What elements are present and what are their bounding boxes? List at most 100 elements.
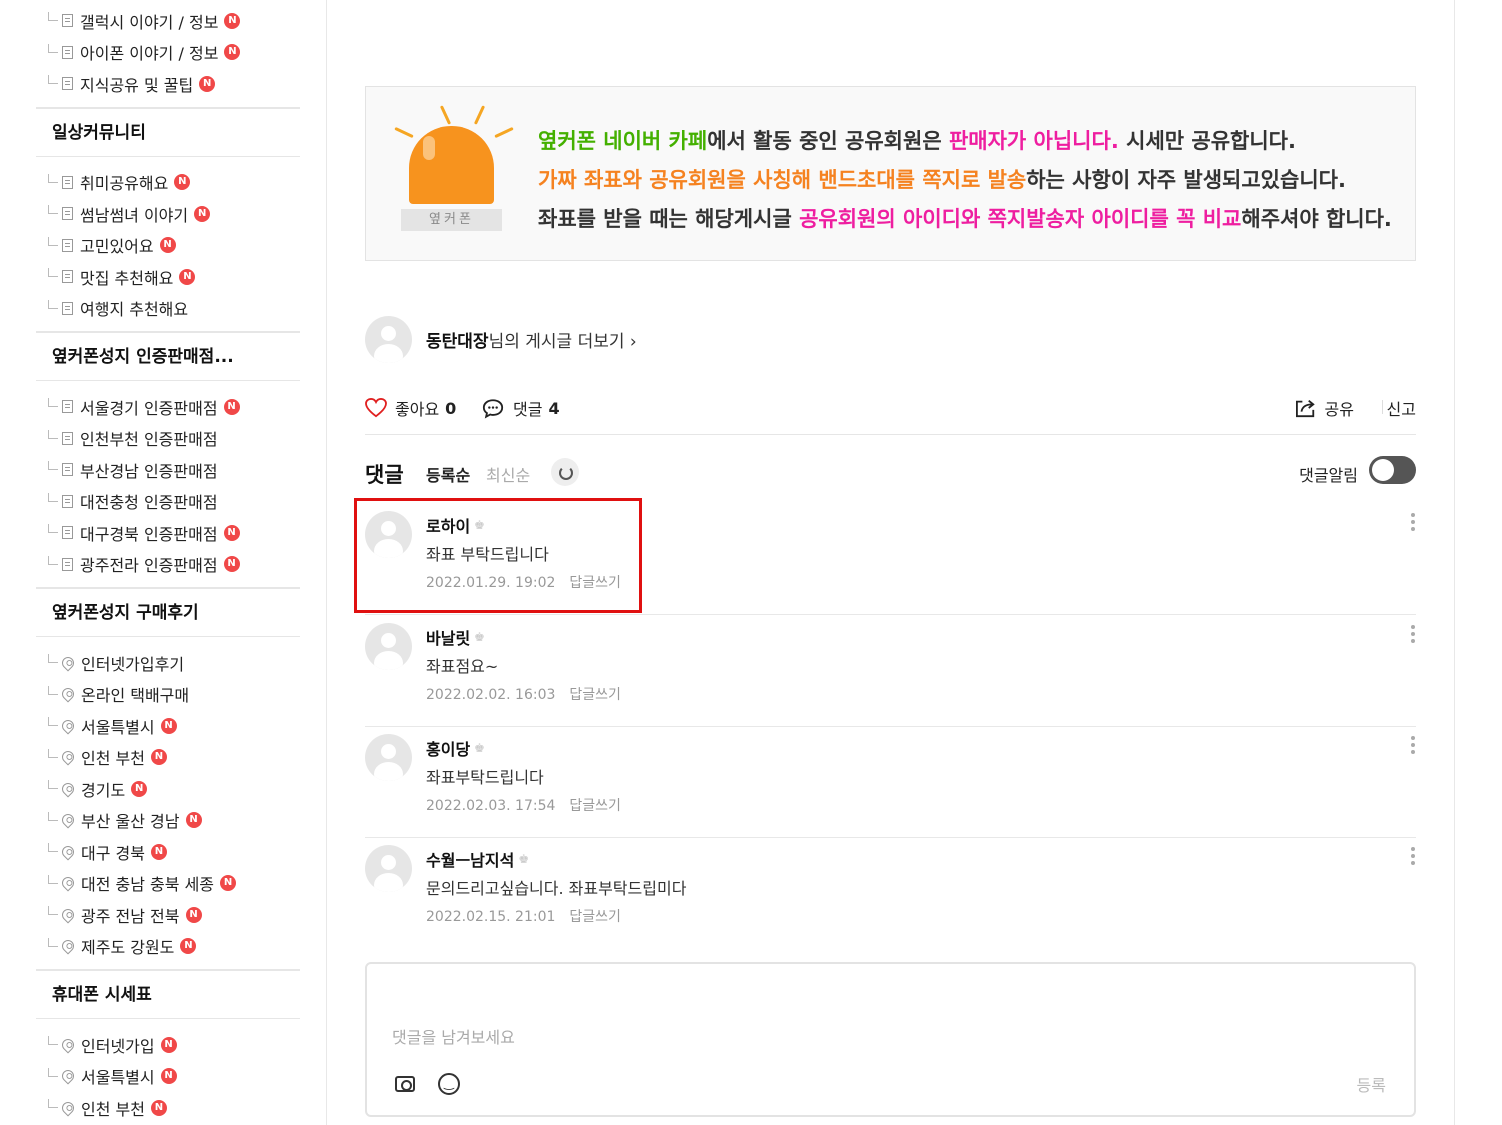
sort-registered-tab[interactable]: 등록순 bbox=[426, 462, 470, 486]
comment-alarm-label: 댓글알림 bbox=[1299, 466, 1358, 485]
like-button[interactable]: 좋아요 0 bbox=[365, 396, 456, 420]
notice-segment: 가짜 좌표와 공유회원을 사칭해 밴드초대를 쪽지로 발송 bbox=[538, 168, 1027, 192]
more-options-icon[interactable] bbox=[1410, 736, 1416, 758]
sidebar-item[interactable]: 서울특별시 N bbox=[36, 1061, 300, 1093]
author-more-posts[interactable]: 동탄대장님의 게시글 더보기 › bbox=[365, 314, 637, 364]
sidebar-item[interactable]: 대구경북 인증판매점 N bbox=[36, 517, 300, 549]
more-options-icon[interactable] bbox=[1410, 513, 1416, 535]
comment-count-button[interactable]: 댓글 4 bbox=[482, 396, 560, 420]
commenter-avatar[interactable] bbox=[365, 623, 412, 670]
author-more-suffix: 님의 게시글 더보기 › bbox=[488, 331, 637, 352]
commenter-nickname[interactable]: 수월ㅡ남지석 ♚ bbox=[426, 847, 529, 871]
sidebar-group: 옆커폰성지 인증판매점... 서울경기 인증판매점 N 인천부천 인증판매점부산경남 … bbox=[36, 333, 300, 589]
sidebar-item[interactable]: 서울경기 인증판매점 N bbox=[36, 391, 300, 423]
sidebar-group-title[interactable]: 옆커폰성지 인증판매점... bbox=[36, 333, 300, 381]
comment-alarm-toggle[interactable] bbox=[1369, 456, 1416, 484]
siren-icon: 옆커폰 bbox=[394, 101, 514, 236]
sidebar-item[interactable]: 광주전라 인증판매점 N bbox=[36, 549, 300, 581]
sort-latest-tab[interactable]: 최신순 bbox=[486, 462, 530, 486]
sidebar-item[interactable]: 경기도 N bbox=[36, 773, 300, 805]
comment-count: 4 bbox=[548, 398, 560, 418]
report-button[interactable]: 신고 bbox=[1387, 396, 1416, 420]
commenter-avatar[interactable] bbox=[365, 734, 412, 781]
sidebar-item[interactable]: 대전 충남 충북 세종 N bbox=[36, 868, 300, 900]
reply-button[interactable]: 답글쓰기 bbox=[569, 687, 621, 703]
sidebar-group-title[interactable]: 일상커뮤니티 bbox=[36, 109, 300, 157]
share-button[interactable]: 공유 bbox=[1295, 396, 1354, 420]
sidebar-item[interactable]: 인터넷가입후기 bbox=[36, 647, 300, 679]
tree-line bbox=[48, 524, 58, 534]
notice-segment: 판매자가 아닙니다. bbox=[948, 129, 1119, 153]
notice-segment: 옆커폰 네이버 카페 bbox=[538, 129, 708, 153]
comment-label: 댓글 bbox=[513, 400, 543, 419]
sidebar-item[interactable]: 여행지 추천해요 bbox=[36, 293, 300, 325]
sidebar-item-label: 고민있어요 bbox=[80, 237, 154, 257]
tree-line bbox=[48, 1067, 58, 1077]
document-icon bbox=[62, 400, 73, 414]
sidebar-item[interactable]: 인천부천 인증판매점 bbox=[36, 423, 300, 455]
like-count: 0 bbox=[445, 398, 457, 418]
document-icon bbox=[62, 301, 73, 315]
more-options-icon[interactable] bbox=[1410, 847, 1416, 869]
sidebar-item[interactable]: 제주도 강원도 N bbox=[36, 931, 300, 963]
sidebar-group-list: 서울경기 인증판매점 N 인천부천 인증판매점부산경남 인증판매점 대전충청 인증판매… bbox=[36, 381, 300, 587]
tree-line bbox=[48, 843, 58, 853]
sidebar-group-list: 인터넷가입후기 온라인 택배구매 서울특별시 N 인천 부천 N 경기도 N 부산 울산 경남 N… bbox=[36, 637, 300, 969]
new-badge: N bbox=[223, 398, 240, 415]
sidebar-item-label: 경기도 bbox=[81, 780, 126, 800]
sidebar-item[interactable]: 대전충청 인증판매점 bbox=[36, 486, 300, 518]
stats-separator bbox=[1382, 400, 1383, 414]
sidebar-item[interactable]: 부산 울산 경남 N bbox=[36, 805, 300, 837]
comment-date: 2022.02.03. 17:54 bbox=[426, 798, 556, 814]
sidebar-group-title[interactable]: 휴대폰 시세표 bbox=[36, 971, 300, 1019]
author-more-link[interactable]: 동탄대장님의 게시글 더보기 › bbox=[426, 327, 637, 352]
sidebar-item[interactable]: 갤럭시 이야기 / 정보 N bbox=[36, 5, 300, 37]
tree-line bbox=[48, 173, 58, 183]
commenter-nickname[interactable]: 바날릿 ♚ bbox=[426, 625, 485, 649]
camera-icon[interactable] bbox=[395, 1076, 415, 1092]
submit-comment-button[interactable]: 등록 bbox=[1357, 1072, 1386, 1096]
sidebar-group-title[interactable]: 옆커폰성지 구매후기 bbox=[36, 589, 300, 637]
sidebar-item[interactable]: 인천 부천 N bbox=[36, 742, 300, 774]
sidebar-item[interactable]: 지식공유 및 꿀팁 N bbox=[36, 68, 300, 100]
location-pin-icon bbox=[59, 1067, 77, 1085]
notice-segment: 하는 사항이 자주 발생되고있습니다. bbox=[1026, 168, 1346, 192]
sidebar-item-label: 아이폰 이야기 / 정보 bbox=[80, 44, 219, 64]
reply-button[interactable]: 답글쓰기 bbox=[569, 909, 621, 925]
comment-write-box[interactable]: 댓글을 남겨보세요 ‿ 등록 bbox=[365, 962, 1416, 1117]
commenter-avatar[interactable] bbox=[365, 845, 412, 892]
notice-line-3: 좌표를 받을 때는 해당게시글 공유회원의 아이디와 쪽지발송자 아이디를 꼭 … bbox=[538, 203, 1392, 233]
more-options-icon[interactable] bbox=[1410, 625, 1416, 647]
sidebar-item[interactable]: 취미공유해요 N bbox=[36, 167, 300, 199]
document-icon bbox=[62, 526, 73, 540]
sidebar-item-label: 광주전라 인증판매점 bbox=[80, 556, 218, 576]
sidebar-item[interactable]: 온라인 택배구매 bbox=[36, 679, 300, 711]
sidebar-item[interactable]: 인천 부천 N bbox=[36, 1092, 300, 1124]
tree-line bbox=[48, 748, 58, 758]
new-badge: N bbox=[223, 556, 240, 573]
comment-input[interactable]: 댓글을 남겨보세요 bbox=[392, 1024, 515, 1048]
sidebar-item[interactable]: 부산경남 인증판매점 bbox=[36, 454, 300, 486]
document-icon bbox=[62, 557, 73, 571]
sidebar-item[interactable]: 대구 경북 N bbox=[36, 836, 300, 868]
sidebar-item[interactable]: 고민있어요 N bbox=[36, 230, 300, 262]
sidebar-group: 일상커뮤니티취미공유해요 N 썸남썸녀 이야기 N 고민있어요 N 맛집 추천해요 N 여행지 … bbox=[36, 109, 300, 333]
tree-line bbox=[48, 205, 58, 215]
sidebar-item[interactable]: 서울특별시 N bbox=[36, 710, 300, 742]
sidebar-item[interactable]: 아이폰 이야기 / 정보 N bbox=[36, 37, 300, 69]
notice-line-2: 가짜 좌표와 공유회원을 사칭해 밴드초대를 쪽지로 발송하는 사항이 자주 발… bbox=[538, 164, 1346, 194]
sidebar-item[interactable]: 맛집 추천해요 N bbox=[36, 261, 300, 293]
commenter-nickname[interactable]: 홍이당 ♚ bbox=[426, 736, 485, 760]
refresh-icon[interactable] bbox=[551, 458, 579, 486]
comment-item: 수월ㅡ남지석 ♚ 문의드리고싶습니다. 좌표부탁드립미다 2022.02.15. 21… bbox=[365, 837, 1416, 949]
emoji-icon[interactable]: ‿ bbox=[438, 1073, 460, 1095]
comment-text: 좌표부탁드립니다 bbox=[426, 768, 544, 787]
location-pin-icon bbox=[59, 780, 77, 798]
reply-button[interactable]: 답글쓰기 bbox=[569, 798, 621, 814]
sidebar-item[interactable]: 광주 전남 전북 N bbox=[36, 899, 300, 931]
tree-line bbox=[48, 874, 58, 884]
notice-segment: 시세만 공유합니다. bbox=[1118, 129, 1296, 153]
sidebar-item[interactable]: 인터넷가입 N bbox=[36, 1029, 300, 1061]
sidebar-item[interactable]: 썸남썸녀 이야기 N bbox=[36, 198, 300, 230]
sidebar-item-label: 인천부천 인증판매점 bbox=[80, 430, 218, 450]
